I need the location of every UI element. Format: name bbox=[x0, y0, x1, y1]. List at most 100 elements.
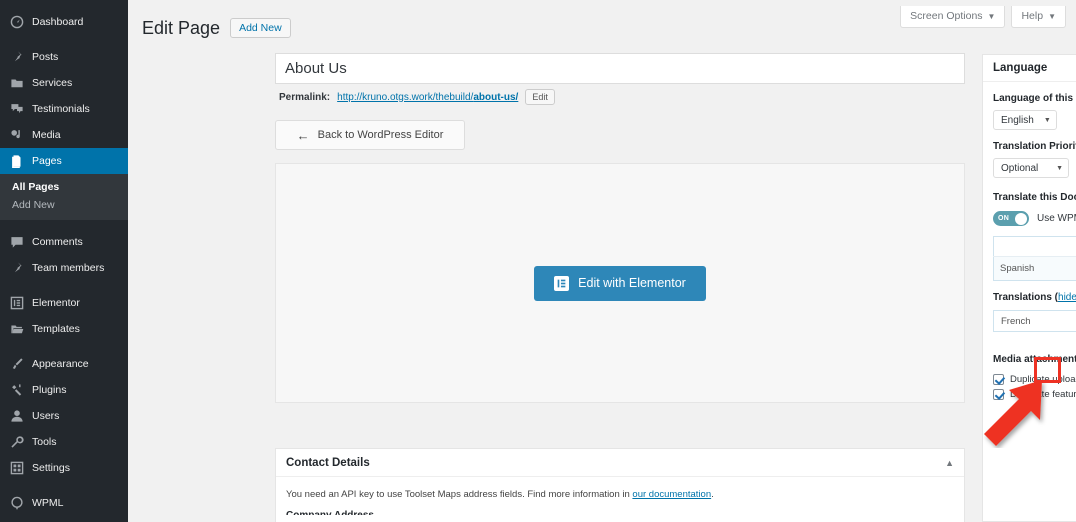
language-of-page-label: Language of this page bbox=[993, 93, 1076, 104]
elementor-edit-panel: Edit with Elementor bbox=[275, 163, 965, 403]
sidebar-item-settings[interactable]: Settings bbox=[0, 455, 128, 481]
contact-details-title: Contact Details bbox=[286, 456, 370, 469]
api-key-notice: You need an API key to use Toolset Maps … bbox=[286, 487, 954, 502]
contact-details-header[interactable]: Contact Details ▲ bbox=[276, 449, 964, 477]
chevron-down-icon: ▼ bbox=[987, 11, 996, 21]
sidebar-item-media[interactable]: Media bbox=[0, 122, 128, 148]
sidebar-item-label: Team members bbox=[32, 261, 105, 274]
language-select-row: English ▼ bbox=[993, 110, 1076, 130]
media-attachments-label: Media attachments bbox=[993, 354, 1076, 365]
toggle-knob bbox=[1015, 212, 1027, 225]
sidebar-item-label: Testimonials bbox=[32, 102, 90, 115]
screen-meta-links: Screen Options ▼ Help ▼ bbox=[900, 6, 1066, 28]
sidebar-item-elementor[interactable]: Elementor bbox=[0, 290, 128, 316]
help-button[interactable]: Help ▼ bbox=[1011, 6, 1066, 28]
permalink-slug: about-us/ bbox=[473, 91, 519, 103]
sidebar-item-label: Tools bbox=[32, 435, 57, 448]
sidebar-item-label: Posts bbox=[32, 50, 59, 63]
pin-icon bbox=[10, 261, 24, 275]
hide-translations-link[interactable]: hide bbox=[1058, 292, 1076, 303]
elementor-icon bbox=[10, 296, 24, 310]
table-row: Spanish + bbox=[993, 256, 1076, 281]
user-icon bbox=[10, 409, 24, 423]
sidebar-item-templates[interactable]: Templates bbox=[0, 316, 128, 342]
sidebar-divider bbox=[0, 342, 128, 351]
sidebar-item-posts[interactable]: Posts bbox=[0, 44, 128, 70]
sidebar-item-label: Plugins bbox=[32, 383, 67, 396]
chevron-up-icon[interactable]: ▲ bbox=[945, 458, 954, 468]
pages-icon bbox=[10, 154, 24, 168]
add-new-button[interactable]: Add New bbox=[230, 18, 291, 38]
sidebar-item-label: Media bbox=[32, 128, 61, 141]
permalink-row: Permalink: http://kruno.otgs.work/thebui… bbox=[279, 89, 555, 105]
wrench-icon bbox=[10, 435, 24, 449]
sidebar-item-label: Comments bbox=[32, 235, 83, 248]
company-address-label: Company Address bbox=[286, 508, 954, 515]
language-select[interactable]: English ▼ bbox=[993, 110, 1057, 130]
settings-icon bbox=[10, 461, 24, 475]
sidebar-item-appearance[interactable]: Appearance bbox=[0, 351, 128, 377]
screen-options-label: Screen Options bbox=[910, 10, 983, 22]
translation-priority-select[interactable]: Optional ▼ bbox=[993, 158, 1069, 178]
translate-document-label: Translate this Document bbox=[993, 192, 1076, 203]
pin-icon bbox=[10, 50, 24, 64]
translation-priority-row: Optional ▼ edit terms bbox=[993, 158, 1076, 178]
sidebar-item-label: Elementor bbox=[32, 296, 80, 309]
chevron-down-icon: ▼ bbox=[1056, 164, 1063, 172]
toggle-description: Use WPML's Translation Editor bbox=[1037, 213, 1076, 224]
sidebar-item-plugins[interactable]: Plugins bbox=[0, 377, 128, 403]
sidebar-item-label: Dashboard bbox=[32, 15, 84, 28]
sidebar-item-wpml[interactable]: WPML bbox=[0, 490, 128, 516]
sidebar-item-label: Settings bbox=[32, 461, 70, 474]
admin-sidebar: Dashboard Posts Services Testimonials Me… bbox=[0, 0, 128, 522]
sidebar-item-label: Users bbox=[32, 409, 60, 422]
notice-text-after: . bbox=[711, 489, 714, 500]
sidebar-item-testimonials[interactable]: Testimonials bbox=[0, 96, 128, 122]
contact-details-body: You need an API key to use Toolset Maps … bbox=[276, 477, 964, 522]
contact-details-metabox: Contact Details ▲ You need an API key to… bbox=[275, 448, 965, 522]
back-to-wordpress-editor-button[interactable]: ← Back to WordPress Editor bbox=[275, 120, 465, 150]
sidebar-divider bbox=[0, 281, 128, 290]
sidebar-item-team-members[interactable]: Team members bbox=[0, 255, 128, 281]
wp-body: Screen Options ▼ Help ▼ Edit Page Add Ne… bbox=[128, 0, 1076, 522]
permalink-link[interactable]: http://kruno.otgs.work/thebuild/about-us… bbox=[337, 92, 518, 103]
sidebar-item-label: WPML bbox=[32, 496, 64, 509]
edit-with-elementor-label: Edit with Elementor bbox=[578, 276, 686, 290]
sidebar-divider bbox=[0, 220, 128, 229]
translations-table: Translate Duplicate Spanish + bbox=[993, 236, 1076, 281]
wpml-icon bbox=[10, 496, 24, 510]
sidebar-item-label: Services bbox=[32, 76, 73, 89]
translation-row-french: French bbox=[993, 310, 1076, 332]
sidebar-item-comments[interactable]: Comments bbox=[0, 229, 128, 255]
table-header-row: Translate Duplicate bbox=[993, 236, 1076, 257]
sidebar-subitem-all-pages[interactable]: All Pages bbox=[0, 178, 128, 196]
page-title: Edit Page bbox=[142, 18, 221, 38]
edit-permalink-button[interactable]: Edit bbox=[525, 89, 555, 105]
sidebar-item-tools[interactable]: Tools bbox=[0, 429, 128, 455]
documentation-link[interactable]: our documentation bbox=[632, 489, 711, 500]
sidebar-item-pages[interactable]: Pages bbox=[0, 148, 128, 174]
sidebar-subitem-add-new[interactable]: Add New bbox=[0, 196, 128, 214]
folder-icon bbox=[10, 76, 24, 90]
screen-options-button[interactable]: Screen Options ▼ bbox=[900, 6, 1006, 28]
post-title-input[interactable]: About Us bbox=[275, 53, 965, 84]
row-language-spanish: Spanish bbox=[993, 256, 1073, 281]
media-icon bbox=[10, 128, 24, 142]
arrow-left-icon: ← bbox=[296, 127, 310, 143]
translations-label: Translations bbox=[993, 292, 1052, 303]
language-select-value: English bbox=[1001, 114, 1034, 126]
edit-with-elementor-button[interactable]: Edit with Elementor bbox=[534, 265, 706, 301]
translation-priority-label: Translation Priority bbox=[993, 141, 1076, 152]
sidebar-item-dashboard[interactable]: Dashboard bbox=[0, 9, 128, 35]
permalink-label: Permalink: bbox=[279, 91, 331, 103]
comments-icon bbox=[10, 102, 24, 116]
sidebar-item-users[interactable]: Users bbox=[0, 403, 128, 429]
sidebar-item-services[interactable]: Services bbox=[0, 70, 128, 96]
language-metabox-header[interactable]: Language ▲ bbox=[983, 55, 1076, 82]
elementor-icon bbox=[554, 275, 570, 291]
translation-language-value[interactable]: French bbox=[993, 310, 1076, 332]
use-wpml-translation-editor-toggle[interactable]: ON bbox=[993, 211, 1029, 226]
chevron-down-icon: ▼ bbox=[1043, 116, 1051, 124]
language-metabox-body: Language of this page English ▼ Translat… bbox=[983, 82, 1076, 402]
help-label: Help bbox=[1021, 10, 1044, 22]
